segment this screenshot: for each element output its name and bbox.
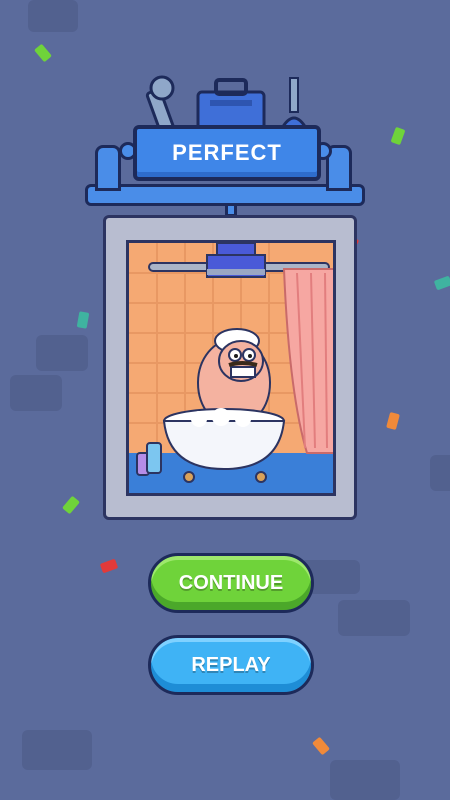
confetti <box>433 275 450 291</box>
background-brick <box>10 375 62 411</box>
confetti <box>62 495 80 515</box>
background-brick <box>330 760 400 800</box>
bathroom-scene <box>126 240 336 496</box>
background-brick <box>430 455 450 491</box>
bathroom-illustration <box>129 243 333 493</box>
background-brick <box>36 335 88 371</box>
confetti <box>312 736 330 756</box>
background-brick <box>338 600 410 636</box>
confetti <box>99 558 119 574</box>
result-banner: PERFECT <box>133 125 321 181</box>
background-brick <box>28 0 78 32</box>
shower-curtain <box>282 268 333 454</box>
background-brick <box>22 730 92 770</box>
confetti <box>390 126 406 146</box>
soap-bottles <box>136 442 162 476</box>
pipe-elbow-left <box>95 145 121 191</box>
replay-button[interactable]: REPLAY <box>148 635 314 695</box>
shower-icon <box>206 243 266 278</box>
confetti <box>76 311 90 329</box>
confetti <box>386 411 400 431</box>
continue-button[interactable]: CONTINUE <box>148 553 314 613</box>
confetti <box>34 43 52 63</box>
